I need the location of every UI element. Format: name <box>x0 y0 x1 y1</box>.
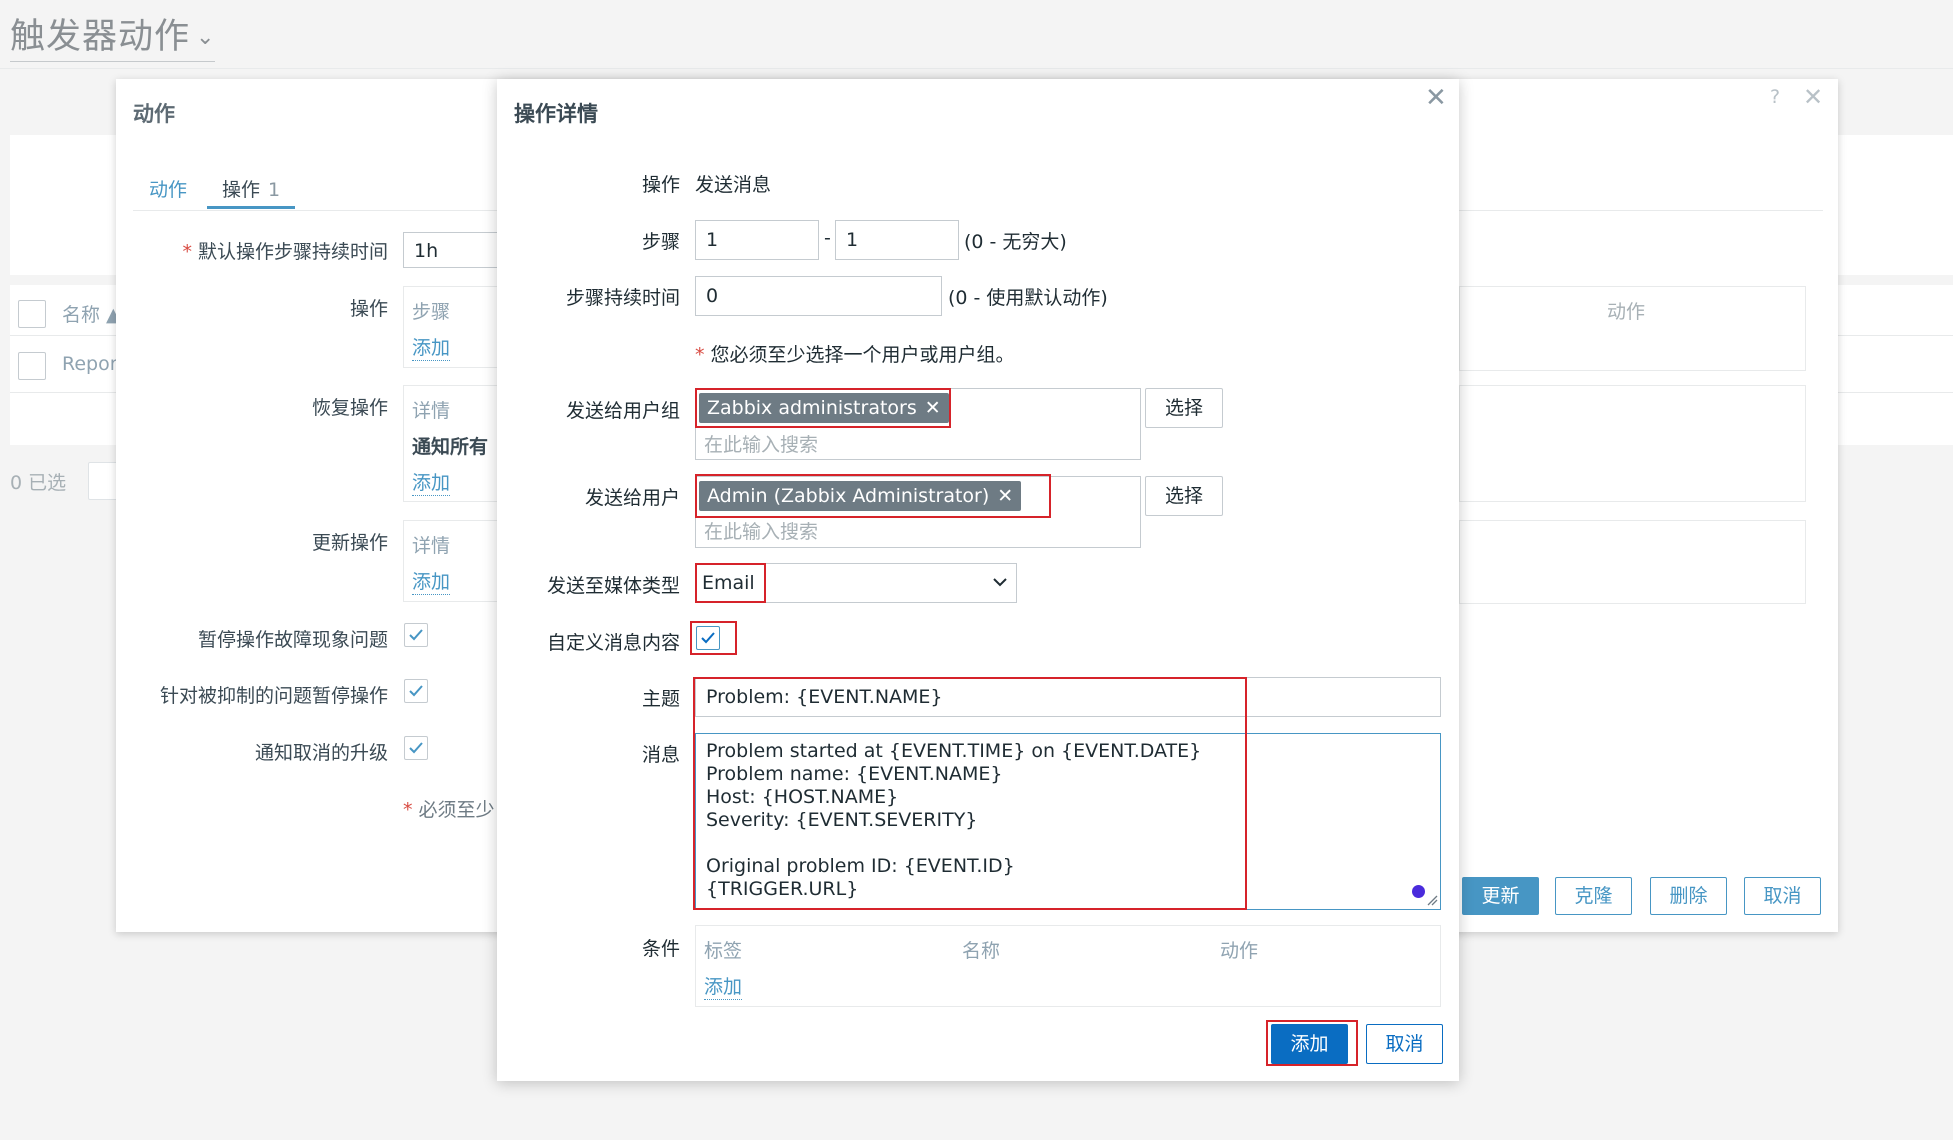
add-recovery-operation-link[interactable]: 添加 <box>412 468 451 496</box>
help-icon[interactable]: ? <box>1770 86 1780 108</box>
step-duration-input[interactable]: 0 <box>695 276 942 316</box>
user-chip: Admin (Zabbix Administrator) ✕ <box>699 481 1022 511</box>
select-user-groups-button[interactable]: 选择 <box>1145 388 1223 428</box>
media-type-select[interactable]: Email <box>695 563 1017 603</box>
cancel-button[interactable]: 取消 <box>1366 1024 1443 1064</box>
message-line: Host: {HOST.NAME} <box>706 786 899 808</box>
column-header-tag: 标签 <box>704 940 743 962</box>
media-type-label: 发送至媒体类型 <box>546 575 680 597</box>
message-line: {TRIGGER.URL} <box>706 878 859 900</box>
column-header-details: 详情 <box>412 535 451 557</box>
cancel-button[interactable]: 取消 <box>1744 877 1821 915</box>
column-header-details: 详情 <box>412 400 451 422</box>
message-line: Problem started at {EVENT.TIME} on {EVEN… <box>706 740 1202 762</box>
column-header-name: 名称 <box>962 940 1001 962</box>
update-button[interactable]: 更新 <box>1462 877 1539 915</box>
default-step-duration-label: * 默认操作步骤持续时间 <box>182 241 388 263</box>
add-operation-link[interactable]: 添加 <box>412 333 451 361</box>
column-header-steps: 步骤 <box>412 301 451 323</box>
column-header-name[interactable]: 名称 ▲ <box>62 300 121 327</box>
close-icon[interactable]: ✕ <box>1425 83 1447 113</box>
conditions-table <box>695 925 1441 1007</box>
column-header-action: 动作 <box>1220 940 1259 962</box>
message-label: 消息 <box>641 744 680 766</box>
column-header-action: 动作 <box>1607 301 1646 323</box>
tab-operations[interactable]: 操作 1 <box>222 175 280 202</box>
operation-details-title: 操作详情 <box>514 102 598 126</box>
pause-problem-checkbox[interactable] <box>404 623 428 647</box>
steps-separator: - <box>824 227 831 249</box>
active-tab-indicator <box>207 206 295 209</box>
subject-label: 主题 <box>641 688 680 710</box>
message-line: Problem name: {EVENT.NAME} <box>706 763 1003 785</box>
pause-problem-label: 暂停操作故障现象问题 <box>197 629 388 651</box>
message-line: Severity: {EVENT.SEVERITY} <box>706 809 978 831</box>
users-search-placeholder[interactable]: 在此输入搜索 <box>704 517 818 544</box>
page-title-text: 触发器动作 <box>10 17 191 57</box>
update-operations-label: 更新操作 <box>311 532 388 554</box>
media-type-value: Email <box>702 572 755 594</box>
steps-label: 步骤 <box>641 231 680 253</box>
row-checkbox[interactable] <box>18 352 46 380</box>
recovery-operations-label: 恢复操作 <box>311 397 388 419</box>
operation-value: 发送消息 <box>695 174 772 196</box>
action-dialog-title: 动作 <box>133 102 175 126</box>
add-update-operation-link[interactable]: 添加 <box>412 567 451 595</box>
pause-suppressed-label: 针对被抑制的问题暂停操作 <box>159 685 388 707</box>
send-users-label: 发送给用户 <box>584 487 680 509</box>
step-duration-label: 步骤持续时间 <box>565 287 680 309</box>
pause-suppressed-checkbox[interactable] <box>404 679 428 703</box>
user-group-chip: Zabbix administrators ✕ <box>699 393 949 423</box>
right-table-body <box>1459 385 1806 502</box>
step-duration-hint: (0 - 使用默认动作) <box>948 287 1108 309</box>
remove-chip-icon[interactable]: ✕ <box>925 397 941 419</box>
custom-message-checkbox[interactable] <box>696 626 720 650</box>
send-groups-label: 发送给用户组 <box>565 400 680 422</box>
required-note: * 您必须至少选择一个用户或用户组。 <box>695 344 1015 366</box>
recovery-operation-row: 通知所有 <box>412 436 489 458</box>
operation-label: 操作 <box>641 174 680 196</box>
chevron-down-icon: ⌄ <box>196 25 216 50</box>
close-icon[interactable]: ✕ <box>1803 83 1823 111</box>
subject-input[interactable]: Problem: {EVENT.NAME} <box>695 677 1441 717</box>
message-line: Original problem ID: {EVENT.ID} <box>706 855 1015 877</box>
selected-count: 0 已选 <box>10 472 67 494</box>
row-name-link[interactable]: Repor <box>62 353 118 375</box>
right-table-body <box>1459 520 1806 604</box>
select-users-button[interactable]: 选择 <box>1145 476 1223 516</box>
step-from-input[interactable]: 1 <box>695 220 819 260</box>
message-textarea[interactable]: Problem started at {EVENT.TIME} on {EVEN… <box>695 733 1441 910</box>
clone-button[interactable]: 克隆 <box>1555 877 1632 915</box>
operations-label: 操作 <box>349 298 388 320</box>
notify-cancel-label: 通知取消的升级 <box>254 742 388 764</box>
step-to-input[interactable]: 1 <box>835 220 959 260</box>
resize-handle-icon[interactable] <box>1426 894 1438 906</box>
add-condition-link[interactable]: 添加 <box>704 972 743 1000</box>
chevron-down-icon <box>993 578 1007 587</box>
grammarly-icon[interactable] <box>1412 885 1425 898</box>
tab-action[interactable]: 动作 <box>149 175 187 202</box>
user-groups-search-placeholder[interactable]: 在此输入搜索 <box>704 430 818 457</box>
delete-button[interactable]: 删除 <box>1650 877 1727 915</box>
select-all-checkbox[interactable] <box>18 300 46 328</box>
tab-operations-count: 1 <box>268 179 281 201</box>
add-button[interactable]: 添加 <box>1271 1024 1348 1064</box>
message-line <box>706 832 1430 855</box>
custom-message-label: 自定义消息内容 <box>546 632 680 654</box>
remove-chip-icon[interactable]: ✕ <box>997 485 1013 507</box>
steps-hint: (0 - 无穷大) <box>964 231 1067 253</box>
tab-operations-label: 操作 <box>222 179 261 201</box>
page-title[interactable]: 触发器动作 ⌄ <box>10 8 216 62</box>
conditions-label: 条件 <box>641 938 680 960</box>
header-divider <box>0 68 1953 69</box>
notify-cancel-checkbox[interactable] <box>404 736 428 760</box>
required-footnote: * 必须至少 <box>403 799 495 821</box>
